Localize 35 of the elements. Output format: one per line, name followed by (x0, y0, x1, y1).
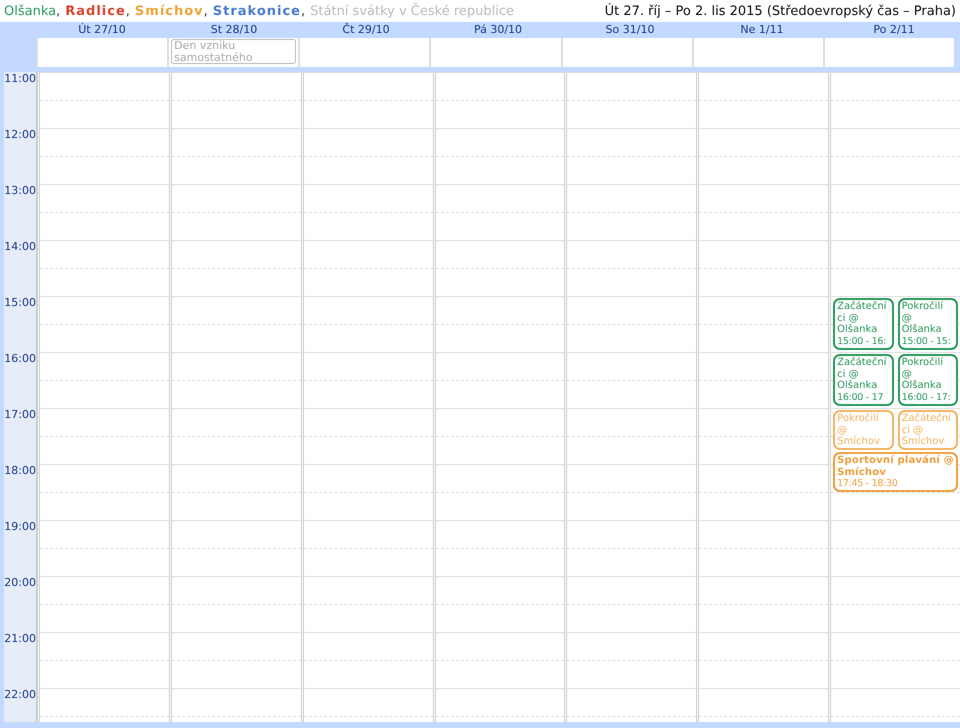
calendar-name[interactable]: Smíchov (134, 4, 204, 18)
calendar-name[interactable]: Státní svátky v České republice (310, 4, 514, 18)
hour-label: 13:00 (4, 184, 36, 197)
hour-label: 21:00 (4, 632, 36, 645)
hour-label: 19:00 (4, 520, 36, 533)
day-header[interactable]: Ne 1/11 (696, 22, 828, 38)
comma: , (301, 4, 306, 18)
day-header[interactable]: Čt 29/10 (300, 22, 432, 38)
all-day-event[interactable]: Den vzniku samostatného (171, 39, 296, 64)
hour-label: 17:00 (4, 408, 36, 421)
hour-label: 12:00 (4, 128, 36, 141)
day-header[interactable]: Pá 30/10 (432, 22, 564, 38)
hour-label: 16:00 (4, 352, 36, 365)
hour-label: 15:00 (4, 296, 36, 309)
comma: , (204, 4, 208, 18)
hour-label: 20:00 (4, 576, 36, 589)
calendar-name[interactable]: Radlice (65, 4, 126, 18)
comma: , (56, 4, 60, 18)
calendar-name[interactable]: Olšanka (4, 4, 56, 18)
day-header[interactable]: St 28/10 (168, 22, 300, 38)
calendar-event[interactable]: Začáteční ci @ Olšanka 15:00 - 16: (833, 298, 894, 350)
calendar-event[interactable]: Sportovní plavání @ Smíchov 17:45 - 18:30 (833, 452, 958, 492)
calendar-event[interactable]: Začáteční ci @ Olšanka 16:00 - 17 (833, 354, 894, 406)
hour-label: 11:00 (4, 72, 36, 85)
comma: , (126, 4, 130, 18)
day-header[interactable]: So 31/10 (564, 22, 696, 38)
hour-label: 22:00 (4, 688, 36, 701)
date-range: Út 27. říj – Po 2. lis 2015 (Středoevropský čas – Praha) (604, 4, 956, 18)
calendar-event[interactable]: Pokročilí @ Olšanka 16:00 - 17: (898, 354, 958, 406)
hour-label: 18:00 (4, 464, 36, 477)
day-header[interactable]: Po 2/11 (828, 22, 960, 38)
calendar-name[interactable]: Strakonice (212, 4, 302, 18)
calendar-event[interactable]: Pokročilí @ Olšanka 15:00 - 15: (898, 298, 958, 350)
hour-label: 14:00 (4, 240, 36, 253)
day-header[interactable]: Út 27/10 (36, 22, 168, 38)
